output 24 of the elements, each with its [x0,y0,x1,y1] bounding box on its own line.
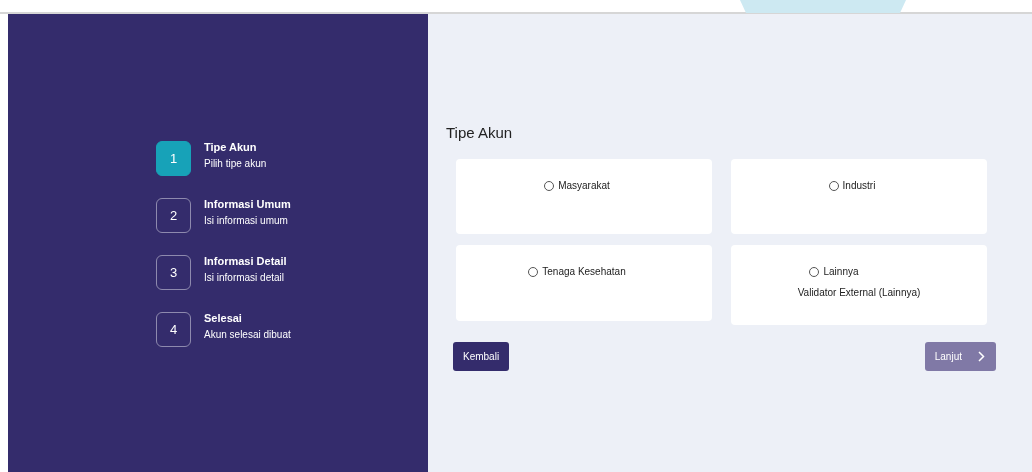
option-label: Lainnya [823,266,859,277]
step-subtitle: Isi informasi umum [204,215,289,226]
chevron-right-icon [978,351,985,362]
step-number: 1 [156,141,191,176]
option-card[interactable]: Industri [731,159,987,234]
option-label: Tenaga Kesehatan [542,266,626,277]
option-card[interactable]: Masyarakat [456,159,712,234]
form-title: Tipe Akun [446,124,514,141]
option-note: Validator External (Lainnya) [797,287,921,298]
option-card[interactable]: Tenaga Kesehatan [456,245,712,321]
back-button[interactable]: Kembali [453,342,510,371]
step-number: 2 [156,198,191,233]
option-label: Industri [842,180,876,191]
step-number: 4 [156,312,191,347]
option-label: Masyarakat [558,180,610,191]
step-title: Selesai [204,312,243,324]
step-subtitle: Akun selesai dibuat [204,329,291,340]
step-title: Informasi Detail [204,255,287,267]
step-number: 3 [156,255,191,290]
step-title: Informasi Umum [204,198,291,210]
step-subtitle: Pilih tipe akun [204,158,267,169]
option-card[interactable]: Lainnya Validator External (Lainnya) [731,245,987,325]
step-subtitle: Isi informasi detail [204,272,286,283]
step-title: Tipe Akun [204,141,258,153]
